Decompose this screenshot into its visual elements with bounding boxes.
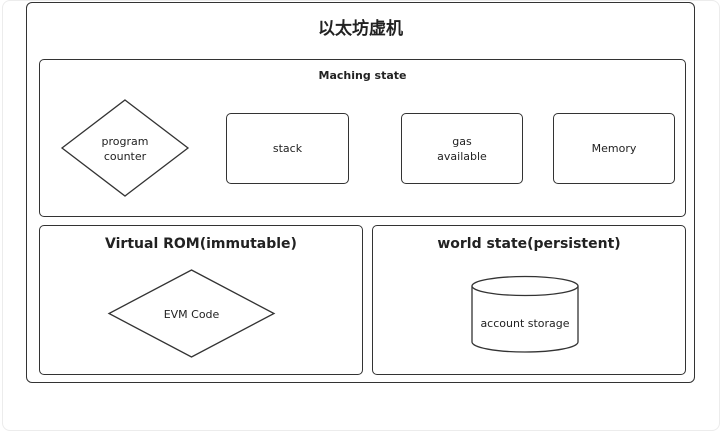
gas-box: gas available bbox=[401, 113, 523, 184]
stack-box: stack bbox=[226, 113, 349, 184]
memory-label: Memory bbox=[591, 142, 637, 155]
gas-line-2: available bbox=[437, 149, 487, 163]
memory-box: Memory bbox=[553, 113, 675, 184]
machine-state-title: Maching state bbox=[318, 69, 407, 82]
program-counter-label: program counter bbox=[81, 134, 169, 164]
account-storage-cylinder bbox=[471, 275, 579, 353]
world-state-title: world state(persistent) bbox=[437, 236, 621, 252]
account-storage-label: account storage bbox=[480, 317, 570, 330]
gas-line-1: gas bbox=[452, 134, 472, 148]
virtual-rom-title: Virtual ROM(immutable) bbox=[105, 236, 297, 252]
program-counter-line-2: counter bbox=[103, 150, 147, 163]
program-counter-line-1: program bbox=[101, 135, 149, 148]
diagram-title: 以太坊虚机 bbox=[318, 19, 403, 39]
stack-label: stack bbox=[272, 142, 303, 155]
evm-code-label: EVM Code bbox=[163, 308, 220, 321]
